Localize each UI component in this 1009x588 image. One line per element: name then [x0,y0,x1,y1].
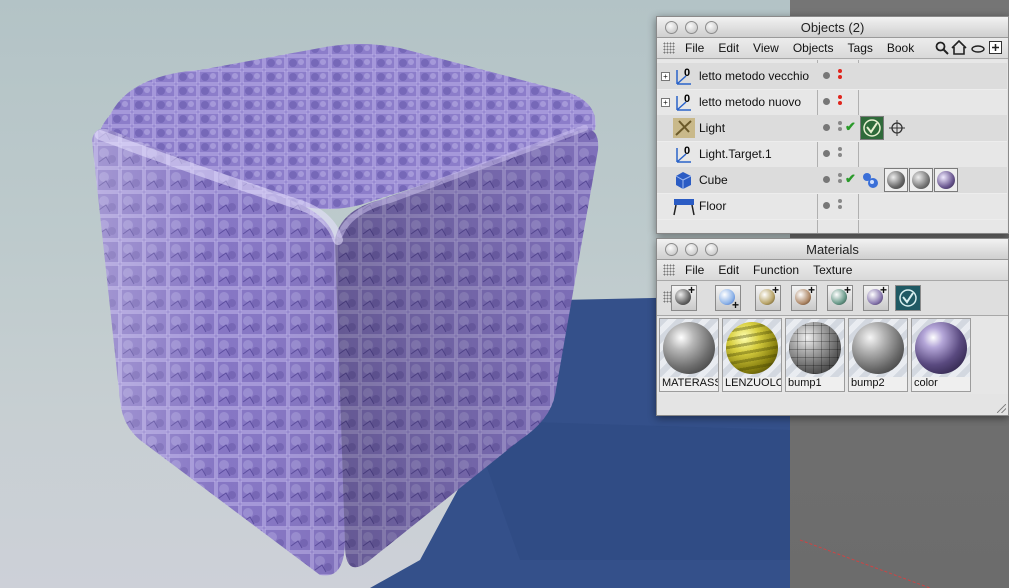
floor-icon [673,196,695,216]
visibility-dot[interactable] [823,124,830,131]
new-material-icon[interactable]: + [671,283,697,311]
material-name: LENZUOLO [723,377,781,391]
menu-function[interactable]: Function [753,263,799,277]
material-preview-sphere [852,322,904,374]
material-tag-icon[interactable] [934,168,958,192]
material-swatch[interactable]: bump2 [848,318,908,392]
object-row-letto-vecchio[interactable]: + 0 letto metodo vecchio [657,63,1007,90]
menu-objects[interactable]: Objects [793,41,834,55]
object-name: letto metodo vecchio [699,69,810,83]
object-name: Floor [699,199,727,213]
object-name: Light.Target.1 [699,147,772,161]
new-material-purple-icon[interactable]: + [863,283,889,311]
home-icon[interactable] [951,39,967,58]
phong-tag-icon[interactable] [860,170,880,193]
cube-icon [673,170,693,190]
object-row-cube[interactable]: Cube ✔ [657,167,1007,194]
materials-grid: MATERASS LENZUOLO bump1 bump2 color [657,316,1008,394]
menu-view[interactable]: View [753,41,779,55]
menu-file[interactable]: File [685,263,704,277]
material-swatch[interactable]: color [911,318,971,392]
material-name: color [912,377,970,391]
menubar-grip-icon[interactable] [663,264,675,276]
menu-tags[interactable]: Tags [848,41,873,55]
menu-book[interactable]: Book [887,41,914,55]
new-shader-icon[interactable]: + [715,285,741,312]
enabled-check-icon[interactable]: ✔ [845,171,856,187]
editor-render-dots[interactable] [838,173,843,185]
material-tag-icon[interactable] [884,168,908,192]
menu-file[interactable]: File [685,41,704,55]
visibility-dot[interactable] [823,150,830,157]
object-row-light[interactable]: Light ✔ [657,115,1007,142]
null-object-icon: 0 [673,66,693,86]
material-preview-sphere [663,322,715,374]
visibility-dot[interactable] [823,72,830,79]
visibility-dot[interactable] [823,176,830,183]
object-row-floor[interactable]: Floor [657,193,1007,220]
editor-render-dots[interactable] [838,199,843,211]
new-material-green-icon[interactable]: + [827,283,853,311]
svg-text:0: 0 [684,67,690,79]
objects-list[interactable]: + 0 letto metodo vecchio + 0 letto metod… [657,60,1007,233]
light-icon [673,118,695,138]
object-row-letto-nuovo[interactable]: + 0 letto metodo nuovo [657,89,1007,116]
new-material-gold-icon[interactable]: + [755,283,781,311]
material-swatch[interactable]: MATERASS [659,318,719,392]
visibility-dot[interactable] [823,202,830,209]
expand-toggle[interactable]: + [661,98,670,107]
add-panel-icon[interactable] [989,41,1002,57]
material-preview-sphere [915,322,967,374]
object-name: letto metodo nuovo [699,95,802,109]
resize-handle-icon[interactable] [997,404,1006,413]
editor-render-dots[interactable] [838,147,843,159]
material-preview-sphere [789,322,841,374]
objects-window-title: Objects (2) [800,20,865,35]
crosshair-tag-icon[interactable] [888,119,906,140]
target-icon[interactable] [895,285,921,311]
material-preview-sphere [726,322,778,374]
object-name: Light [699,121,726,135]
objects-titlebar[interactable]: Objects (2) [657,17,1008,38]
enabled-check-icon[interactable]: ✔ [845,119,856,135]
material-name: bump1 [786,377,844,391]
materials-menubar: File Edit Function Texture [657,260,1008,281]
editor-render-dots[interactable] [838,95,843,107]
object-name: Cube [699,173,728,187]
null-object-icon: 0 [673,92,693,112]
menu-texture[interactable]: Texture [813,263,852,277]
new-material-copper-icon[interactable]: + [791,283,817,311]
svg-text:0: 0 [684,145,690,157]
menu-edit[interactable]: Edit [718,263,739,277]
materials-window-title: Materials [806,242,859,257]
editor-render-dots[interactable] [838,121,843,133]
materials-window: Materials File Edit Function Texture + +… [656,238,1009,416]
editor-render-dots[interactable] [838,69,843,81]
menu-edit[interactable]: Edit [718,41,739,55]
expand-toggle[interactable]: + [661,72,670,81]
null-object-icon: 0 [673,144,693,164]
materials-toolbar: + + + + + + [657,281,1008,316]
material-swatch[interactable]: LENZUOLO [722,318,782,392]
material-name: bump2 [849,377,907,391]
eye-icon[interactable] [971,43,985,57]
target-tag-icon[interactable] [860,116,884,140]
menubar-grip-icon[interactable] [663,42,675,54]
object-row-light-target[interactable]: 0 Light.Target.1 [657,141,1007,168]
material-name: MATERASS [660,377,718,391]
materials-titlebar[interactable]: Materials [657,239,1008,260]
material-tag-icon[interactable] [909,168,933,192]
search-icon[interactable] [935,41,949,58]
svg-text:0: 0 [684,93,690,105]
material-swatch[interactable]: bump1 [785,318,845,392]
visibility-dot[interactable] [823,98,830,105]
objects-menubar: File Edit View Objects Tags Book [657,38,1008,59]
